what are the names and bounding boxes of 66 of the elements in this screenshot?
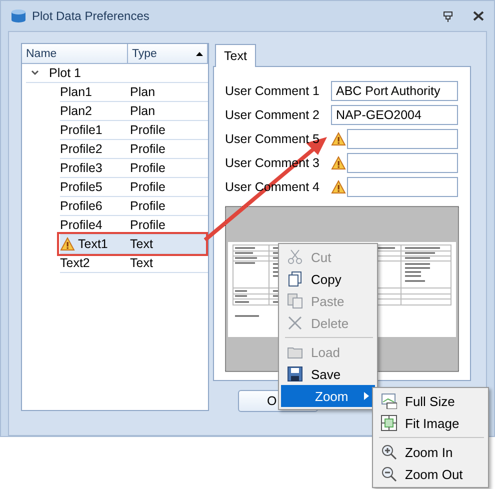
menu-item[interactable]: Zoom xyxy=(281,385,375,407)
paste-icon xyxy=(287,293,303,309)
menu-item[interactable]: Copy xyxy=(281,268,375,290)
scissors-icon xyxy=(287,249,303,265)
zoom-in-icon xyxy=(381,444,397,460)
window-title: Plot Data Preferences xyxy=(32,9,150,23)
name-cell-text: Plan2 xyxy=(60,104,93,118)
tree-row[interactable]: Profile1 Profile xyxy=(60,121,208,140)
type-cell: Text xyxy=(130,256,153,270)
zoom-out-icon xyxy=(381,466,397,482)
text-field[interactable] xyxy=(347,128,458,148)
type-cell: Profile xyxy=(130,123,166,137)
menu-item[interactable]: Zoom In xyxy=(375,441,486,463)
menu-item[interactable]: Zoom Out xyxy=(375,463,486,485)
expand-chevron-icon[interactable] xyxy=(31,70,39,76)
warning-icon xyxy=(331,180,346,194)
menu-item[interactable]: Full Size xyxy=(375,390,486,412)
name-cell-text: Text2 xyxy=(60,256,91,270)
tree-row[interactable]: Profile2 Profile xyxy=(60,140,208,159)
submenu-arrow-icon xyxy=(364,392,369,400)
copy-icon xyxy=(287,271,303,287)
text-field[interactable] xyxy=(347,176,458,196)
name-cell-text: Profile1 xyxy=(60,123,104,137)
field-label: User Comment 2 xyxy=(225,108,320,122)
tree-row[interactable]: Plan2 Plan xyxy=(60,102,208,121)
save-icon xyxy=(287,366,303,382)
type-cell: Profile xyxy=(130,199,166,213)
name-cell-text: Profile4 xyxy=(60,218,104,232)
name-cell-text: Profile6 xyxy=(60,199,104,213)
tree-row[interactable]: Profile5 Profile xyxy=(60,178,208,197)
warning-icon xyxy=(60,237,75,251)
menu-item[interactable]: Fit Image xyxy=(375,412,486,434)
sort-up-icon xyxy=(196,52,203,56)
tree-row[interactable]: Text1 Text xyxy=(60,235,208,254)
name-cell-text: Profile3 xyxy=(60,161,104,175)
type-cell: Text xyxy=(130,237,153,251)
fit-image-icon xyxy=(381,415,397,431)
type-cell: Profile xyxy=(130,161,166,175)
database-icon xyxy=(11,9,26,23)
pin-icon[interactable] xyxy=(443,10,453,22)
type-cell: Plan xyxy=(130,104,156,118)
text-field[interactable]: NAP-GEO2004 xyxy=(331,104,458,124)
name-cell-text: Profile5 xyxy=(60,180,104,194)
close-icon[interactable] xyxy=(473,11,484,21)
column-header[interactable]: Name xyxy=(22,44,128,63)
tree-row[interactable]: Profile3 Profile xyxy=(60,159,208,178)
type-cell: Profile xyxy=(130,142,166,156)
tab[interactable]: Text xyxy=(215,44,256,67)
tree-row[interactable]: Plan1 Plan xyxy=(60,83,208,102)
type-cell: Profile xyxy=(130,218,166,232)
type-cell: Profile xyxy=(130,180,166,194)
warning-icon xyxy=(331,132,346,146)
type-cell: Plan xyxy=(130,85,156,99)
column-header[interactable]: Type xyxy=(128,44,208,63)
menu-item[interactable]: Save xyxy=(281,363,375,385)
tree-row[interactable]: Profile6 Profile xyxy=(60,197,208,216)
full-size-icon xyxy=(381,393,397,409)
delete-icon xyxy=(287,315,303,331)
text-field[interactable]: ABC Port Authority xyxy=(331,80,458,100)
warning-icon xyxy=(331,156,346,170)
text-field[interactable] xyxy=(347,152,458,172)
name-cell-text: Plan1 xyxy=(60,85,93,99)
tree-row[interactable]: Text2 Text xyxy=(60,254,208,273)
tree-node[interactable]: Plot 1 xyxy=(26,64,208,83)
field-label: User Comment 1 xyxy=(225,84,320,98)
name-cell-text: Profile2 xyxy=(60,142,104,156)
